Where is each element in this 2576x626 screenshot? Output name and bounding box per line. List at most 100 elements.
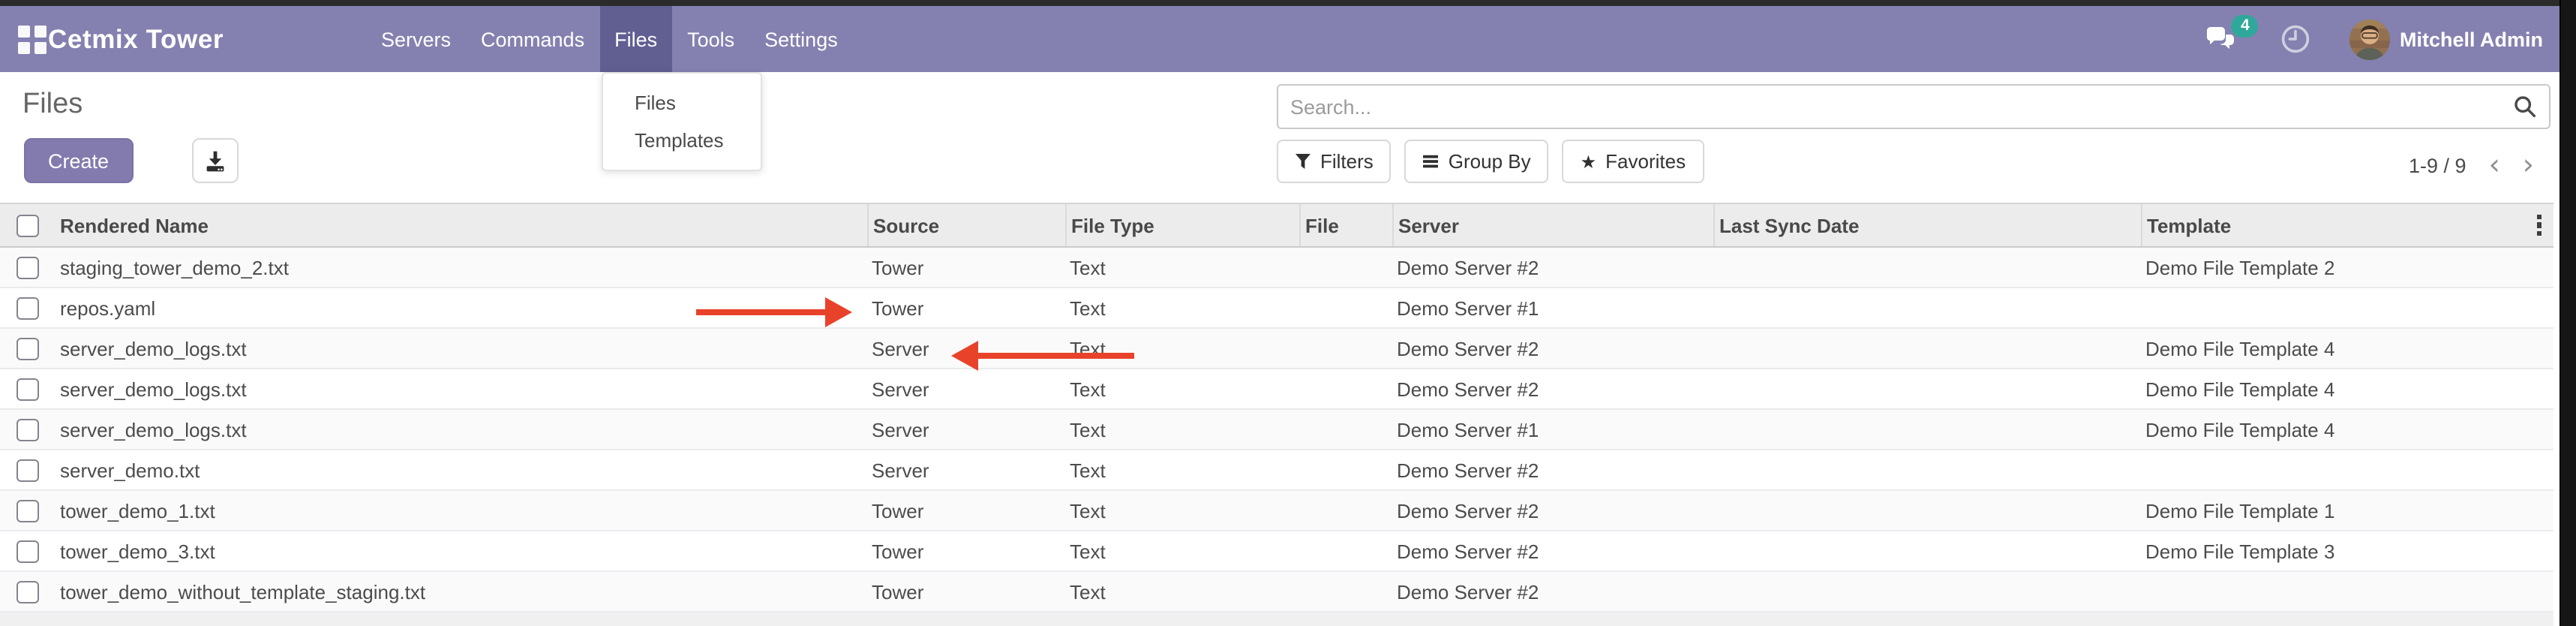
cell-source: Tower bbox=[867, 248, 1065, 287]
column-header-last-sync-date[interactable]: Last Sync Date bbox=[1713, 204, 2141, 246]
cell-last-sync-date bbox=[1713, 410, 2141, 449]
search-bar bbox=[1277, 84, 2550, 129]
search-options-bar: Filters Group By ★ Favorites bbox=[1277, 140, 1704, 183]
user-avatar bbox=[2350, 19, 2391, 59]
cell-source: Tower bbox=[867, 288, 1065, 327]
row-checkbox[interactable] bbox=[16, 337, 38, 360]
select-all-checkbox[interactable] bbox=[16, 214, 38, 236]
cell-file bbox=[1299, 572, 1392, 611]
pager-range: 1-9 / 9 bbox=[2409, 154, 2466, 176]
search-input[interactable] bbox=[1278, 86, 2513, 128]
row-checkbox[interactable] bbox=[16, 540, 38, 562]
column-header-source[interactable]: Source bbox=[867, 204, 1065, 246]
pager: 1-9 / 9 ‹ › bbox=[2409, 149, 2534, 182]
column-header-file-type[interactable]: File Type bbox=[1065, 204, 1299, 246]
cell-server: Demo Server #2 bbox=[1392, 450, 1713, 489]
cell-template: Demo File Template 1 bbox=[2141, 491, 2526, 530]
cell-file bbox=[1299, 531, 1392, 570]
table-row[interactable]: server_demo_logs.txt Server Text Demo Se… bbox=[0, 410, 2553, 450]
column-header-server[interactable]: Server bbox=[1392, 204, 1713, 246]
filter-funnel-icon bbox=[1295, 153, 1311, 170]
cell-source: Tower bbox=[867, 491, 1065, 530]
window-right-edge bbox=[2559, 0, 2576, 626]
cell-source: Tower bbox=[867, 531, 1065, 570]
cell-last-sync-date bbox=[1713, 369, 2141, 408]
row-checkbox[interactable] bbox=[16, 296, 38, 319]
cell-rendered-name: tower_demo_1.txt bbox=[56, 491, 867, 530]
cell-server: Demo Server #2 bbox=[1392, 248, 1713, 287]
table-row[interactable]: staging_tower_demo_2.txt Tower Text Demo… bbox=[0, 248, 2553, 288]
app-brand[interactable]: Cetmix Tower bbox=[48, 6, 224, 72]
cell-file bbox=[1299, 329, 1392, 368]
menu-item-files[interactable]: Files bbox=[599, 6, 672, 72]
messages-button[interactable]: 4 bbox=[2206, 27, 2236, 51]
table-row[interactable]: tower_demo_3.txt Tower Text Demo Server … bbox=[0, 531, 2553, 572]
window-top-edge bbox=[0, 0, 2576, 6]
messages-count-badge: 4 bbox=[2232, 15, 2259, 38]
cell-template: Demo File Template 4 bbox=[2141, 410, 2526, 449]
row-checkbox[interactable] bbox=[16, 459, 38, 481]
search-icon[interactable] bbox=[2513, 95, 2537, 119]
menu-item-servers[interactable]: Servers bbox=[366, 6, 466, 72]
cell-rendered-name: staging_tower_demo_2.txt bbox=[56, 248, 867, 287]
cell-server: Demo Server #2 bbox=[1392, 329, 1713, 368]
optional-columns-icon[interactable] bbox=[2537, 215, 2542, 236]
table-row[interactable]: tower_demo_1.txt Tower Text Demo Server … bbox=[0, 491, 2553, 531]
table-row[interactable]: server_demo_logs.txt Server Text Demo Se… bbox=[0, 329, 2553, 369]
table-row[interactable]: tower_demo_without_template_staging.txt … bbox=[0, 572, 2553, 612]
cell-file-type: Text bbox=[1065, 329, 1299, 368]
table-bottom-blank bbox=[0, 612, 2553, 626]
table-body: staging_tower_demo_2.txt Tower Text Demo… bbox=[0, 248, 2553, 612]
cell-template: Demo File Template 3 bbox=[2141, 531, 2526, 570]
cell-last-sync-date bbox=[1713, 248, 2141, 287]
cell-source: Tower bbox=[867, 572, 1065, 611]
cell-file bbox=[1299, 248, 1392, 287]
dropdown-item-templates[interactable]: Templates bbox=[603, 122, 761, 159]
row-checkbox[interactable] bbox=[16, 499, 38, 522]
cell-template bbox=[2141, 450, 2526, 489]
column-header-template[interactable]: Template bbox=[2141, 204, 2526, 246]
cell-file bbox=[1299, 369, 1392, 408]
row-checkbox[interactable] bbox=[16, 256, 38, 278]
cell-rendered-name: server_demo_logs.txt bbox=[56, 410, 867, 449]
star-icon: ★ bbox=[1581, 152, 1597, 170]
cell-rendered-name: server_demo.txt bbox=[56, 450, 867, 489]
table-row[interactable]: server_demo.txt Server Text Demo Server … bbox=[0, 450, 2553, 491]
cell-file-type: Text bbox=[1065, 491, 1299, 530]
table-row[interactable]: server_demo_logs.txt Server Text Demo Se… bbox=[0, 369, 2553, 410]
files-list-view: Rendered Name Source File Type File Serv… bbox=[0, 203, 2553, 626]
row-checkbox[interactable] bbox=[16, 580, 38, 603]
cell-server: Demo Server #2 bbox=[1392, 369, 1713, 408]
column-header-file[interactable]: File bbox=[1299, 204, 1392, 246]
cell-file bbox=[1299, 450, 1392, 489]
group-by-button[interactable]: Group By bbox=[1405, 140, 1549, 183]
cell-rendered-name: repos.yaml bbox=[56, 288, 867, 327]
cell-server: Demo Server #1 bbox=[1392, 410, 1713, 449]
dropdown-item-files[interactable]: Files bbox=[603, 84, 761, 122]
cell-source: Server bbox=[867, 410, 1065, 449]
cell-file-type: Text bbox=[1065, 410, 1299, 449]
filters-button[interactable]: Filters bbox=[1277, 140, 1392, 183]
clock-icon bbox=[2281, 24, 2311, 54]
menu-item-tools[interactable]: Tools bbox=[672, 6, 749, 72]
export-button[interactable] bbox=[192, 138, 239, 183]
cell-file-type: Text bbox=[1065, 288, 1299, 327]
main-menu: ServersCommandsFilesToolsSettings bbox=[366, 6, 853, 72]
user-menu[interactable]: Mitchell Admin bbox=[2350, 19, 2543, 59]
row-checkbox[interactable] bbox=[16, 378, 38, 400]
create-button[interactable]: Create bbox=[24, 138, 133, 183]
menu-item-commands[interactable]: Commands bbox=[466, 6, 599, 72]
activities-button[interactable] bbox=[2281, 24, 2311, 54]
favorites-button[interactable]: ★ Favorites bbox=[1563, 140, 1704, 183]
row-checkbox[interactable] bbox=[16, 418, 38, 441]
cell-file-type: Text bbox=[1065, 248, 1299, 287]
pager-next-button[interactable]: › bbox=[2523, 152, 2534, 179]
group-by-label: Group By bbox=[1449, 150, 1531, 173]
table-row[interactable]: repos.yaml Tower Text Demo Server #1 bbox=[0, 288, 2553, 329]
cell-file-type: Text bbox=[1065, 531, 1299, 570]
apps-grid-icon[interactable] bbox=[18, 26, 45, 53]
cell-server: Demo Server #2 bbox=[1392, 572, 1713, 611]
column-header-rendered-name[interactable]: Rendered Name bbox=[56, 204, 867, 246]
menu-item-settings[interactable]: Settings bbox=[749, 6, 853, 72]
pager-previous-button[interactable]: ‹ bbox=[2489, 152, 2500, 179]
